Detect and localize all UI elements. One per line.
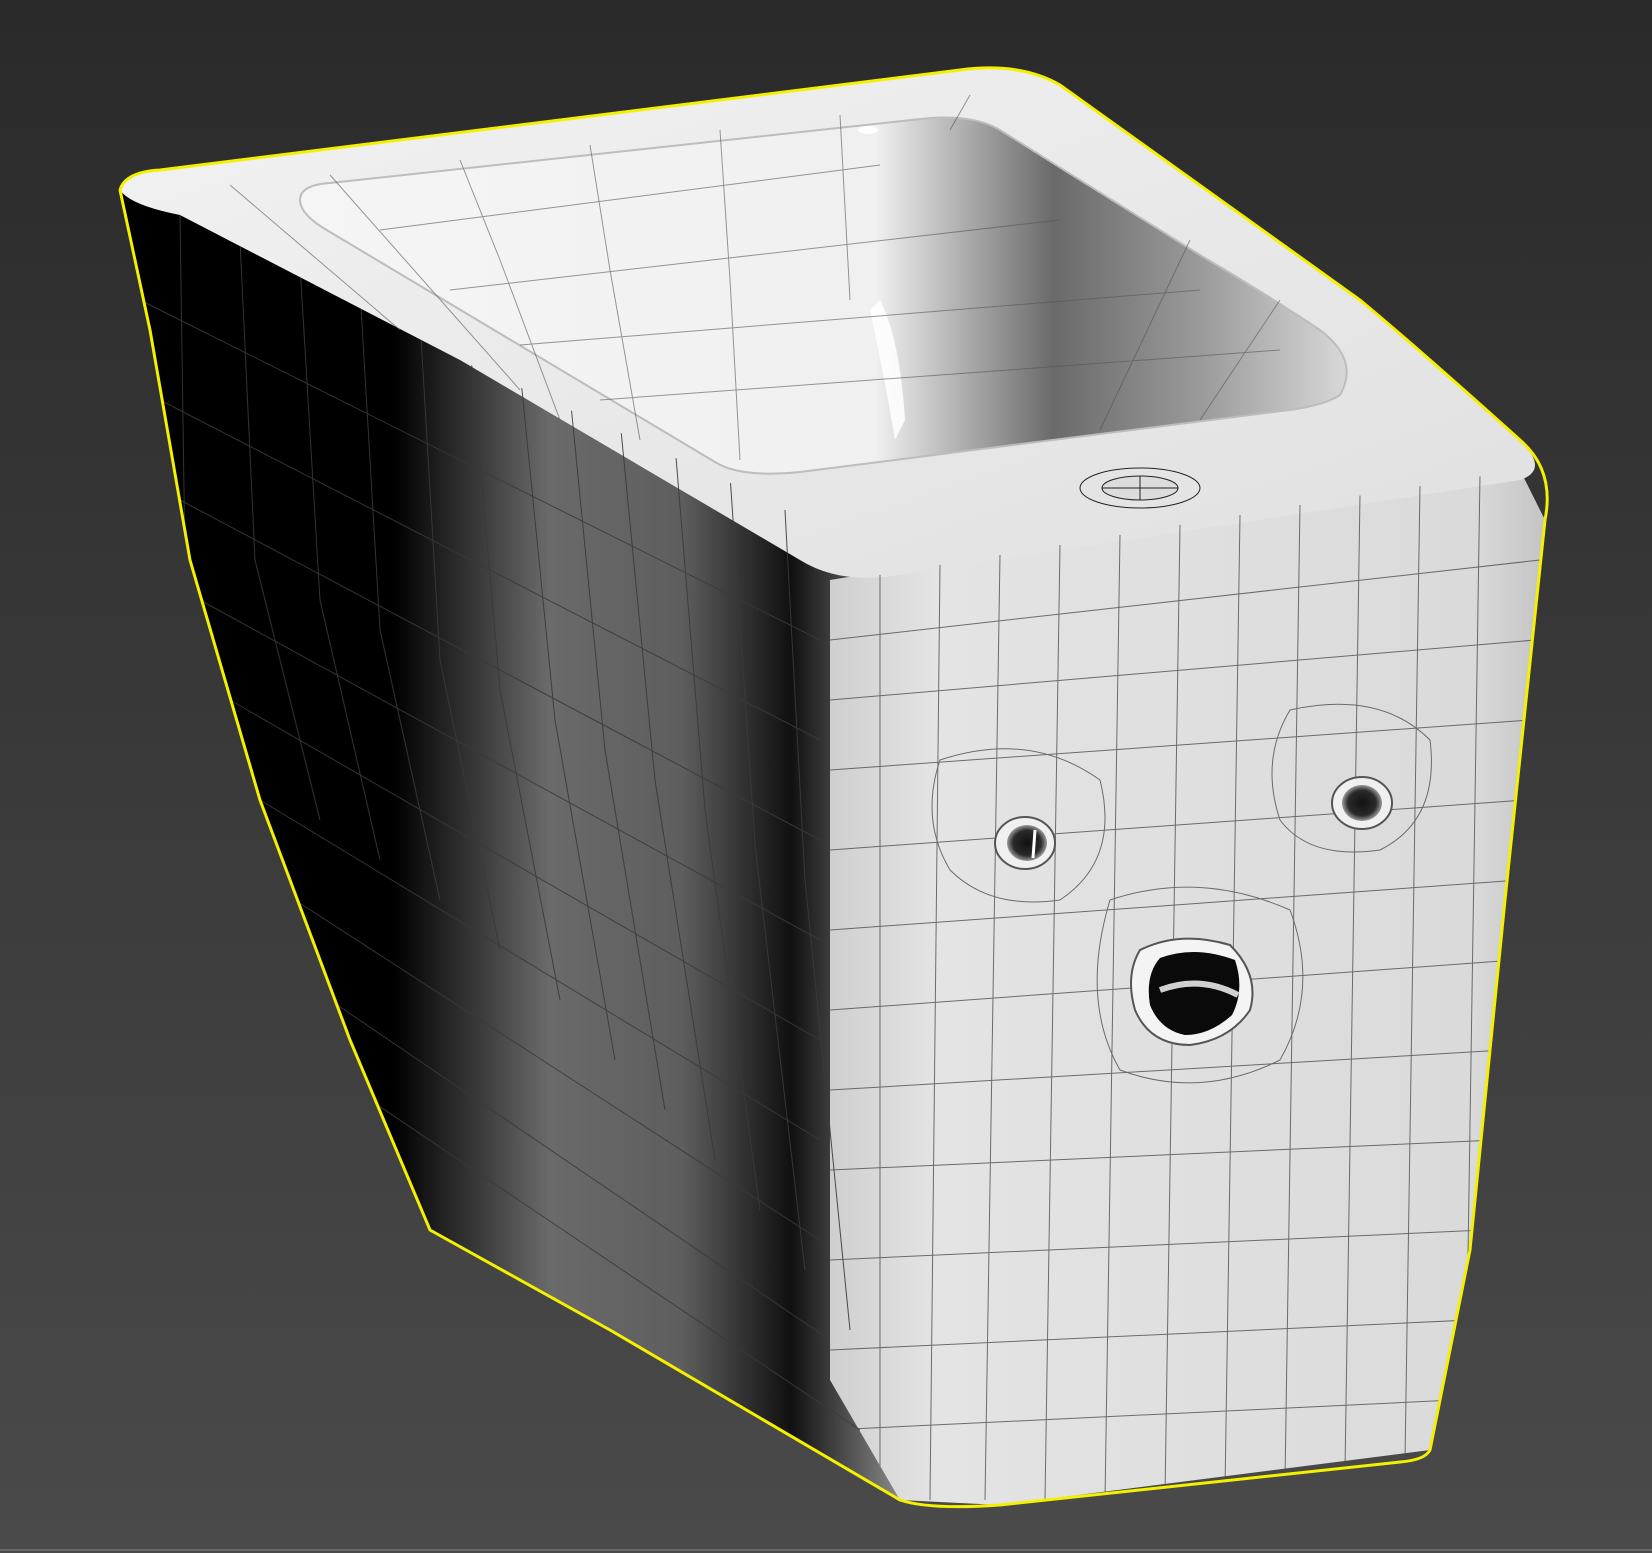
viewport-canvas[interactable] xyxy=(0,0,1652,1553)
bowl-rim-highlight xyxy=(858,126,878,134)
mounting-hole-right xyxy=(1331,776,1393,830)
mounting-hole-left xyxy=(994,816,1056,870)
3d-viewport[interactable] xyxy=(0,0,1652,1553)
